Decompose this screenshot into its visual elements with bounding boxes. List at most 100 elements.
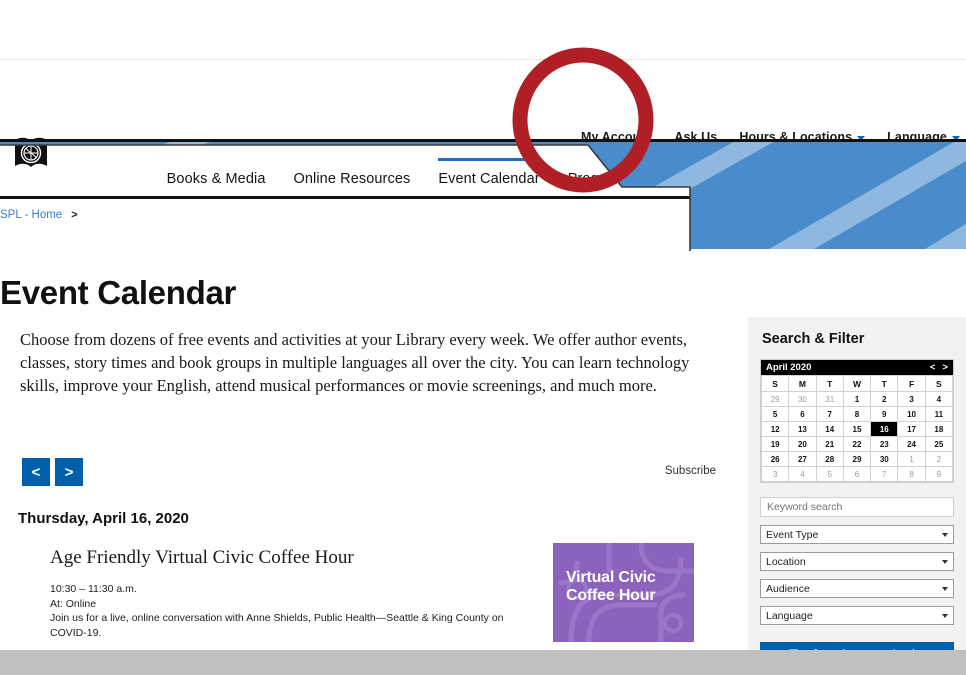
calendar-week-row: 12 13 14 15 16 17 18 <box>760 421 954 437</box>
calendar-day-22[interactable]: 22 <box>842 436 872 452</box>
filter-select-audience[interactable]: Audience <box>760 579 954 598</box>
calendar-weekday-2: T <box>815 375 844 392</box>
calendar-day-13[interactable]: 13 <box>788 421 817 437</box>
calendar-day-1[interactable]: 1 <box>842 391 872 407</box>
calendar-day-25[interactable]: 25 <box>924 436 954 452</box>
event-location: At: Online <box>50 597 97 610</box>
calendar-weekday-3: W <box>842 375 872 392</box>
calendar-day-5[interactable]: 5 <box>815 466 844 482</box>
filter-label: Audience <box>766 582 810 595</box>
keyword-search-input[interactable] <box>760 497 954 517</box>
event-title-link[interactable]: Age Friendly Virtual Civic Coffee Hour <box>50 546 540 570</box>
calendar-weekday-5: F <box>897 375 926 392</box>
event-thumbnail-text: Virtual Civic Coffee Hour <box>566 569 656 605</box>
calendar-weekday-0: S <box>760 375 790 392</box>
tips-for-using-calendar-button[interactable]: Tips for using our calendar <box>760 642 954 650</box>
chevron-down-icon <box>942 586 948 591</box>
calendar-nav: < > <box>930 362 948 373</box>
hero-banner <box>0 139 966 270</box>
event-description: Join us for a live, online conversation … <box>50 612 504 639</box>
search-and-filter-panel: Search & Filter April 2020 < > SMTWTFS 2… <box>748 317 966 650</box>
event-thumbnail-line1: Virtual Civic <box>566 569 656 586</box>
chevron-down-icon <box>942 559 948 564</box>
search-filter-title: Search & Filter <box>762 331 865 347</box>
calendar-next-month-button[interactable]: > <box>942 362 948 373</box>
calendar-day-8[interactable]: 8 <box>842 406 872 422</box>
calendar-day-12[interactable]: 12 <box>760 421 790 437</box>
filter-label: Location <box>766 555 806 568</box>
event-list-item: Age Friendly Virtual Civic Coffee Hour 1… <box>50 546 540 640</box>
calendar-week-row: 19 20 21 22 23 24 25 <box>760 436 954 452</box>
event-day-heading: Thursday, April 16, 2020 <box>18 510 189 527</box>
site-header: My Account Ask Us Hours & Locations Lang… <box>0 60 966 199</box>
calendar-week-row: 29 30 31 1 2 3 4 <box>760 391 954 407</box>
calendar-day-14[interactable]: 14 <box>815 421 844 437</box>
calendar-body: 29 30 31 1 2 3 4 5 6 7 8 9 10 11 12 13 14 15 16 17 18 19 20 21 2… <box>760 391 954 482</box>
calendar-day-1[interactable]: 1 <box>897 451 926 467</box>
calendar-day-30[interactable]: 30 <box>870 451 899 467</box>
calendar-day-6[interactable]: 6 <box>842 466 872 482</box>
calendar-day-3[interactable]: 3 <box>760 466 790 482</box>
filter-controls: Event Type Location Audience Language <box>760 497 954 625</box>
event-meta: 10:30 – 11:30 a.m. At: Online Join us fo… <box>50 582 540 640</box>
calendar-day-15[interactable]: 15 <box>842 421 872 437</box>
calendar-day-29[interactable]: 29 <box>760 391 790 407</box>
calendar-weekday-6: S <box>924 375 954 392</box>
browser-bottom-bar <box>0 650 966 675</box>
calendar-weekday-1: M <box>788 375 817 392</box>
calendar-day-9[interactable]: 9 <box>924 466 954 482</box>
calendar-day-21[interactable]: 21 <box>815 436 844 452</box>
calendar-day-18[interactable]: 18 <box>924 421 954 437</box>
calendar-day-26[interactable]: 26 <box>760 451 790 467</box>
page-intro-text: Choose from dozens of free events and ac… <box>20 329 690 395</box>
calendar-day-27[interactable]: 27 <box>788 451 817 467</box>
calendar-week-row: 3456789 <box>760 466 954 482</box>
filter-label: Event Type <box>766 528 819 541</box>
calendar-month-label: April 2020 <box>766 362 812 373</box>
filter-select-location[interactable]: Location <box>760 552 954 571</box>
calendar-day-3[interactable]: 3 <box>897 391 926 407</box>
browser-page: My Account Ask Us Hours & Locations Lang… <box>0 0 966 650</box>
calendar-header: April 2020 < > <box>761 360 953 375</box>
calendar-day-28[interactable]: 28 <box>815 451 844 467</box>
calendar-day-30[interactable]: 30 <box>788 391 817 407</box>
calendar-weekday-4: T <box>870 375 899 392</box>
next-day-button[interactable]: > <box>55 458 83 486</box>
page-title: Event Calendar <box>0 274 237 312</box>
previous-day-button[interactable]: < <box>22 458 50 486</box>
calendar-day-6[interactable]: 6 <box>788 406 817 422</box>
calendar-day-5[interactable]: 5 <box>760 406 790 422</box>
calendar-day-9[interactable]: 9 <box>870 406 899 422</box>
calendar-day-19[interactable]: 19 <box>760 436 790 452</box>
filter-label: Language <box>766 609 813 622</box>
calendar-day-23[interactable]: 23 <box>870 436 899 452</box>
breadcrumb-separator: > <box>71 209 78 221</box>
calendar-day-4[interactable]: 4 <box>788 466 817 482</box>
calendar-grid: SMTWTFS 29 30 31 1 2 3 4 5 6 7 8 9 10 11 12 13 14 15 16 17 1… <box>760 375 954 482</box>
calendar-day-10[interactable]: 10 <box>897 406 926 422</box>
calendar-day-7[interactable]: 7 <box>870 466 899 482</box>
calendar-day-16[interactable]: 16 <box>870 421 899 437</box>
event-thumbnail[interactable]: Virtual Civic Coffee Hour <box>553 543 694 642</box>
subscribe-link[interactable]: Subscribe <box>665 465 716 477</box>
calendar-week-row: 5 6 7 8 9 10 11 <box>760 406 954 422</box>
calendar-prev-month-button[interactable]: < <box>930 362 936 373</box>
calendar-day-29[interactable]: 29 <box>842 451 872 467</box>
breadcrumb-home-link[interactable]: SPL - Home <box>0 209 62 221</box>
calendar-day-7[interactable]: 7 <box>815 406 844 422</box>
chevron-down-icon <box>942 532 948 537</box>
filter-select-event-type[interactable]: Event Type <box>760 525 954 544</box>
calendar-day-24[interactable]: 24 <box>897 436 926 452</box>
filter-select-language[interactable]: Language <box>760 606 954 625</box>
event-time: 10:30 – 11:30 a.m. <box>50 583 137 595</box>
calendar-day-20[interactable]: 20 <box>788 436 817 452</box>
calendar-day-31[interactable]: 31 <box>815 391 844 407</box>
calendar-day-4[interactable]: 4 <box>924 391 954 407</box>
event-thumbnail-line2: Coffee Hour <box>566 587 656 604</box>
calendar-day-2[interactable]: 2 <box>870 391 899 407</box>
calendar-day-2[interactable]: 2 <box>924 451 954 467</box>
calendar-day-11[interactable]: 11 <box>924 406 954 422</box>
calendar-day-17[interactable]: 17 <box>897 421 926 437</box>
calendar-day-8[interactable]: 8 <box>897 466 926 482</box>
pager-row: < > Subscribe <box>0 458 716 488</box>
